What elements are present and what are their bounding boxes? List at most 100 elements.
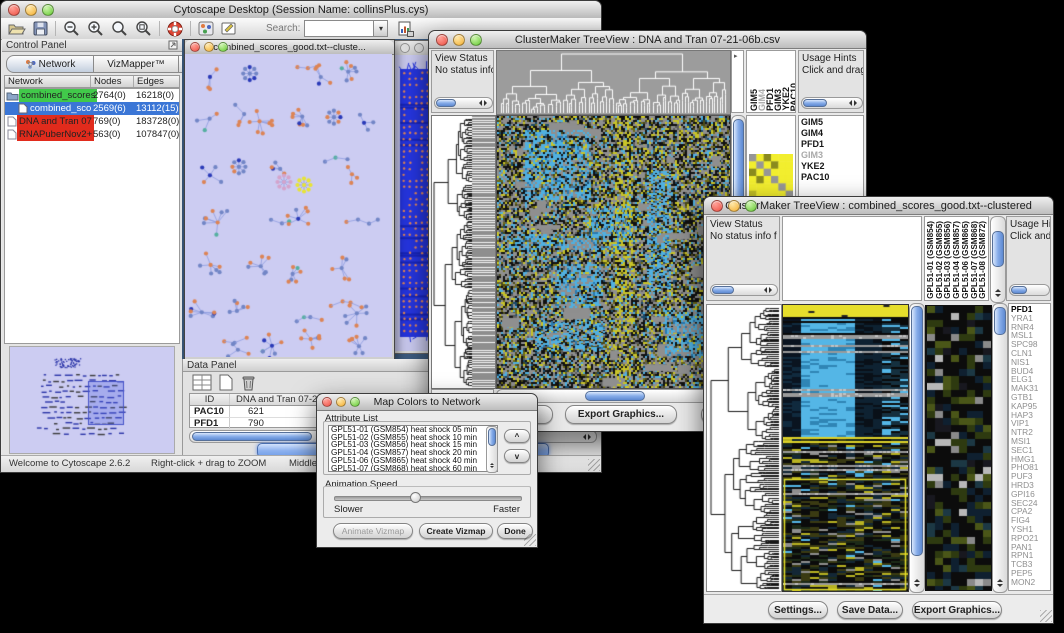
scroll-thumb[interactable] bbox=[436, 99, 456, 107]
view-status-scrollbar[interactable] bbox=[434, 97, 493, 109]
search-dropdown-icon[interactable]: ▾ bbox=[374, 20, 388, 37]
heatmap-vscrollbar[interactable] bbox=[909, 303, 925, 593]
minimize-icon[interactable] bbox=[453, 34, 465, 46]
birdseye-view[interactable] bbox=[9, 346, 175, 454]
animate-vizmap-button[interactable]: Animate Vizmap bbox=[333, 523, 413, 539]
resize-grip[interactable] bbox=[588, 459, 600, 471]
settings-button[interactable]: Settings... bbox=[768, 601, 828, 619]
speed-slider-thumb[interactable] bbox=[410, 492, 421, 503]
scroll-thumb[interactable] bbox=[712, 286, 734, 294]
expression-heatmap[interactable] bbox=[782, 304, 909, 592]
network-row-dna-tran[interactable]: DNA and Tran 07 769(0) 183728(0) bbox=[5, 115, 179, 128]
zoom-fit-icon[interactable] bbox=[135, 20, 152, 37]
row-label[interactable]: MON2 bbox=[1011, 578, 1050, 587]
gpl-column-labels[interactable]: GPL51-01 (GSM854)GPL51-02 (GSM855)GPL51-… bbox=[924, 216, 989, 301]
correlation-mini-heatmap[interactable] bbox=[749, 154, 793, 198]
search-input[interactable] bbox=[304, 20, 374, 37]
col-nodes[interactable]: Nodes bbox=[91, 76, 134, 87]
row-label[interactable]: GIM3 bbox=[801, 150, 863, 161]
vizmapper-icon[interactable] bbox=[198, 21, 214, 36]
row-label[interactable]: YKE2 bbox=[801, 161, 863, 172]
network-canvas[interactable] bbox=[185, 54, 392, 357]
row-label[interactable]: PAC10 bbox=[801, 172, 863, 183]
close-icon[interactable] bbox=[436, 34, 448, 46]
usage-hints-scrollbar[interactable] bbox=[801, 97, 863, 109]
resize-grip[interactable] bbox=[1040, 610, 1052, 622]
row-label[interactable]: GIM4 bbox=[801, 128, 863, 139]
scroll-thumb[interactable] bbox=[992, 231, 1004, 267]
scroll-thumb[interactable] bbox=[192, 432, 312, 441]
zoom-out-icon[interactable] bbox=[63, 20, 80, 37]
minimize-icon[interactable] bbox=[336, 397, 346, 407]
scroll-thumb[interactable] bbox=[994, 307, 1006, 335]
export-graphics-button[interactable]: Export Graphics... bbox=[565, 405, 677, 424]
close-icon[interactable] bbox=[8, 4, 20, 16]
move-down-button[interactable]: v bbox=[504, 449, 530, 463]
save-session-icon[interactable] bbox=[33, 21, 48, 36]
resize-grip[interactable] bbox=[524, 534, 536, 546]
gutter-arrow-icon[interactable]: ▸ bbox=[734, 52, 738, 60]
column-labels-vscrollbar[interactable] bbox=[990, 216, 1006, 303]
help-lifering-icon[interactable] bbox=[167, 21, 183, 37]
export-network-icon[interactable] bbox=[398, 21, 414, 37]
secondary-heatmap[interactable] bbox=[925, 305, 992, 591]
speed-slider-track[interactable] bbox=[334, 496, 522, 501]
network-row-rnapuber[interactable]: RNAPuberNov2+ 563(0) 107847(0) bbox=[5, 128, 179, 141]
zoom-window-icon[interactable] bbox=[218, 42, 228, 52]
usage-hints-scrollbar[interactable] bbox=[1009, 284, 1050, 296]
row-dendrogram[interactable] bbox=[431, 115, 496, 389]
scroll-thumb[interactable] bbox=[803, 99, 827, 107]
tab-network[interactable]: Network bbox=[6, 55, 94, 73]
attribute-list-vscrollbar[interactable] bbox=[486, 426, 498, 473]
zoom-selected-icon[interactable] bbox=[111, 20, 128, 37]
scroll-arrows[interactable] bbox=[580, 431, 594, 442]
attribute-listbox[interactable]: GPL51-01 (GSM854) heat shock 05 minGPL51… bbox=[328, 425, 498, 472]
minimize-icon[interactable] bbox=[728, 200, 740, 212]
export-graphics-button[interactable]: Export Graphics... bbox=[912, 601, 1002, 619]
gene-row-labels[interactable]: PFD1YRA1RNR4MSL1SPC98CLN1NIS1BUD4ELG1MAK… bbox=[1008, 303, 1051, 591]
zoom-window-icon[interactable] bbox=[42, 4, 54, 16]
faster-label: Faster bbox=[493, 504, 520, 515]
zoom-window-icon[interactable] bbox=[350, 397, 360, 407]
scroll-thumb[interactable] bbox=[1011, 286, 1027, 294]
status-zoom-hint: Right-click + drag to ZOOM bbox=[151, 456, 266, 471]
save-data-button[interactable]: Save Data... bbox=[837, 601, 903, 619]
column-label[interactable]: GPL51-08 (GSM872) bbox=[979, 221, 988, 299]
create-vizmap-button[interactable]: Create Vizmap bbox=[419, 523, 493, 539]
col-edges[interactable]: Edges bbox=[134, 76, 179, 87]
column-label[interactable]: PAC10 bbox=[790, 83, 796, 111]
open-file-icon[interactable] bbox=[8, 22, 26, 36]
zoom-window-icon[interactable] bbox=[470, 34, 482, 46]
float-panel-icon[interactable] bbox=[168, 40, 178, 54]
row-label[interactable]: PFD1 bbox=[801, 139, 863, 150]
main-titlebar[interactable]: Cytoscape Desktop (Session Name: collins… bbox=[1, 1, 601, 19]
close-icon[interactable] bbox=[400, 43, 410, 53]
tab-vizmapper[interactable]: VizMapper™ bbox=[94, 55, 179, 73]
scroll-thumb[interactable] bbox=[585, 391, 645, 401]
close-icon[interactable] bbox=[322, 397, 332, 407]
close-icon[interactable] bbox=[711, 200, 723, 212]
network-row-combined-sco-selected[interactable]: combined_sco 2569(6) 13112(15) bbox=[5, 102, 179, 115]
annotation-icon[interactable] bbox=[221, 21, 238, 36]
row-label[interactable]: GIM5 bbox=[801, 117, 863, 128]
move-up-button[interactable]: ^ bbox=[504, 429, 530, 443]
scroll-thumb[interactable] bbox=[488, 428, 496, 446]
treeview-dna-titlebar[interactable]: ClusterMaker TreeView : DNA and Tran 07-… bbox=[429, 31, 866, 49]
close-icon[interactable] bbox=[190, 42, 200, 52]
dna-column-labels[interactable]: GIM5GIM4PFD1GIM3YKE2PAC10 bbox=[746, 50, 796, 113]
minimize-icon[interactable] bbox=[414, 43, 424, 53]
zoom-window-icon[interactable] bbox=[745, 200, 757, 212]
dna-heatmap[interactable] bbox=[496, 115, 731, 389]
col-network[interactable]: Network bbox=[5, 76, 91, 87]
row-dendrogram[interactable] bbox=[706, 304, 782, 592]
network-row-combined-scores[interactable]: combined_scores 2764(0) 16218(0) bbox=[5, 89, 179, 102]
attribute-item[interactable]: GPL51-07 (GSM868) heat shock 60 min bbox=[329, 465, 497, 472]
folder-icon bbox=[6, 91, 19, 101]
zoom-in-icon[interactable] bbox=[87, 20, 104, 37]
scroll-thumb[interactable] bbox=[911, 306, 923, 556]
column-dendrogram[interactable] bbox=[496, 50, 731, 115]
minimize-icon[interactable] bbox=[204, 42, 214, 52]
minimize-icon[interactable] bbox=[25, 4, 37, 16]
secondary-vscrollbar[interactable] bbox=[992, 303, 1008, 593]
view-status-scrollbar[interactable] bbox=[710, 284, 778, 296]
